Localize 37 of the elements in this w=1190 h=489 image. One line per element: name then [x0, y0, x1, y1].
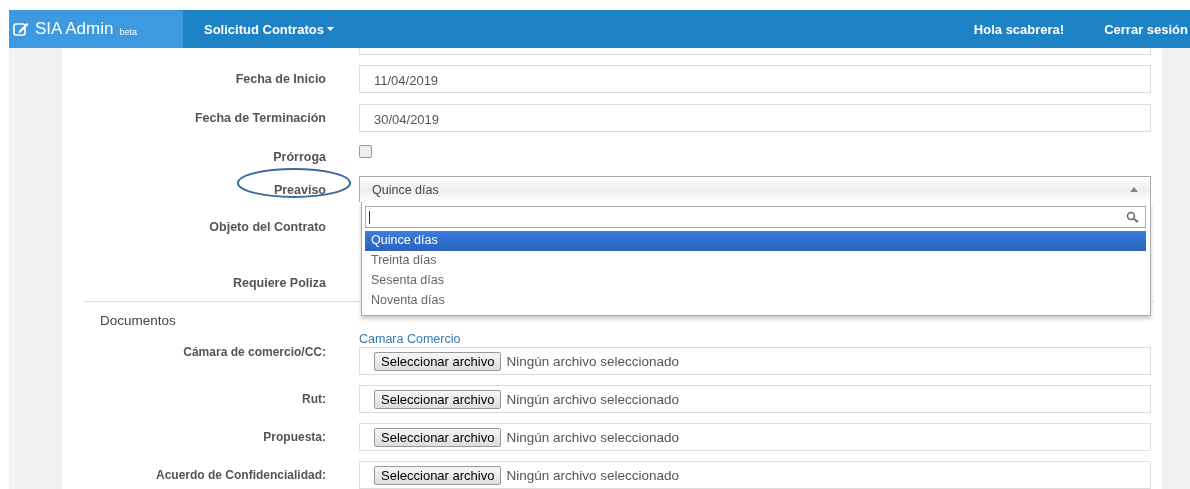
choose-file-button[interactable]: Seleccionar archivo [374, 389, 502, 409]
search-icon [1126, 211, 1139, 223]
dropdown-option[interactable]: Quince días [365, 231, 1146, 251]
file-status: Ningún archivo seleccionado [506, 353, 680, 369]
field-label: Rut: [301, 391, 326, 408]
file-status: Ningún archivo seleccionado [506, 467, 680, 483]
field-label: Fecha de Inicio [234, 71, 326, 88]
document-link[interactable]: Camara Comercio [359, 332, 1151, 346]
field-label: Propuesta: [262, 429, 326, 446]
section-title: Documentos [100, 313, 177, 328]
field-label: Prórroga [272, 149, 326, 165]
select-field[interactable]: Quince días [359, 176, 1151, 202]
dropdown-option[interactable]: Treinta días [365, 251, 1146, 271]
choose-file-button[interactable]: Seleccionar archivo [374, 351, 502, 371]
choose-file-button[interactable]: Seleccionar archivo [374, 427, 502, 447]
beta-label: beta [119, 27, 137, 37]
date-field[interactable]: 30/04/2019 [359, 104, 1151, 132]
caret-icon [1130, 187, 1138, 192]
dropdown-option[interactable]: Noventa días [365, 291, 1146, 311]
field-label: Requiere Poliza [231, 275, 326, 290]
edit-icon [13, 22, 29, 36]
field-label: Objeto del Contrato [208, 219, 326, 236]
file-status: Ningún archivo seleccionado [506, 391, 680, 407]
field-label: Fecha de Terminación [193, 110, 326, 127]
brand-title: SIA Admin [35, 19, 114, 39]
file-status: Ningún archivo seleccionado [506, 429, 680, 445]
date-field[interactable]: 11/04/2019 [359, 65, 1151, 93]
field-label: Acuerdo de Confidencialidad: [155, 467, 326, 484]
greeting-link[interactable]: Hola scabrera! [973, 21, 1065, 37]
caret-icon [326, 27, 334, 31]
dropdown-option[interactable]: Sesenta días [365, 271, 1146, 291]
field-label: Cámara de comercio/CC: [182, 344, 326, 361]
choose-file-button[interactable]: Seleccionar archivo [374, 465, 502, 485]
menu-dropdown[interactable]: Solicitud Contratos [204, 21, 334, 37]
checkbox[interactable] [359, 145, 372, 158]
logout-link[interactable]: Cerrar sesión [1104, 21, 1188, 37]
field-label: Preaviso [272, 182, 326, 199]
